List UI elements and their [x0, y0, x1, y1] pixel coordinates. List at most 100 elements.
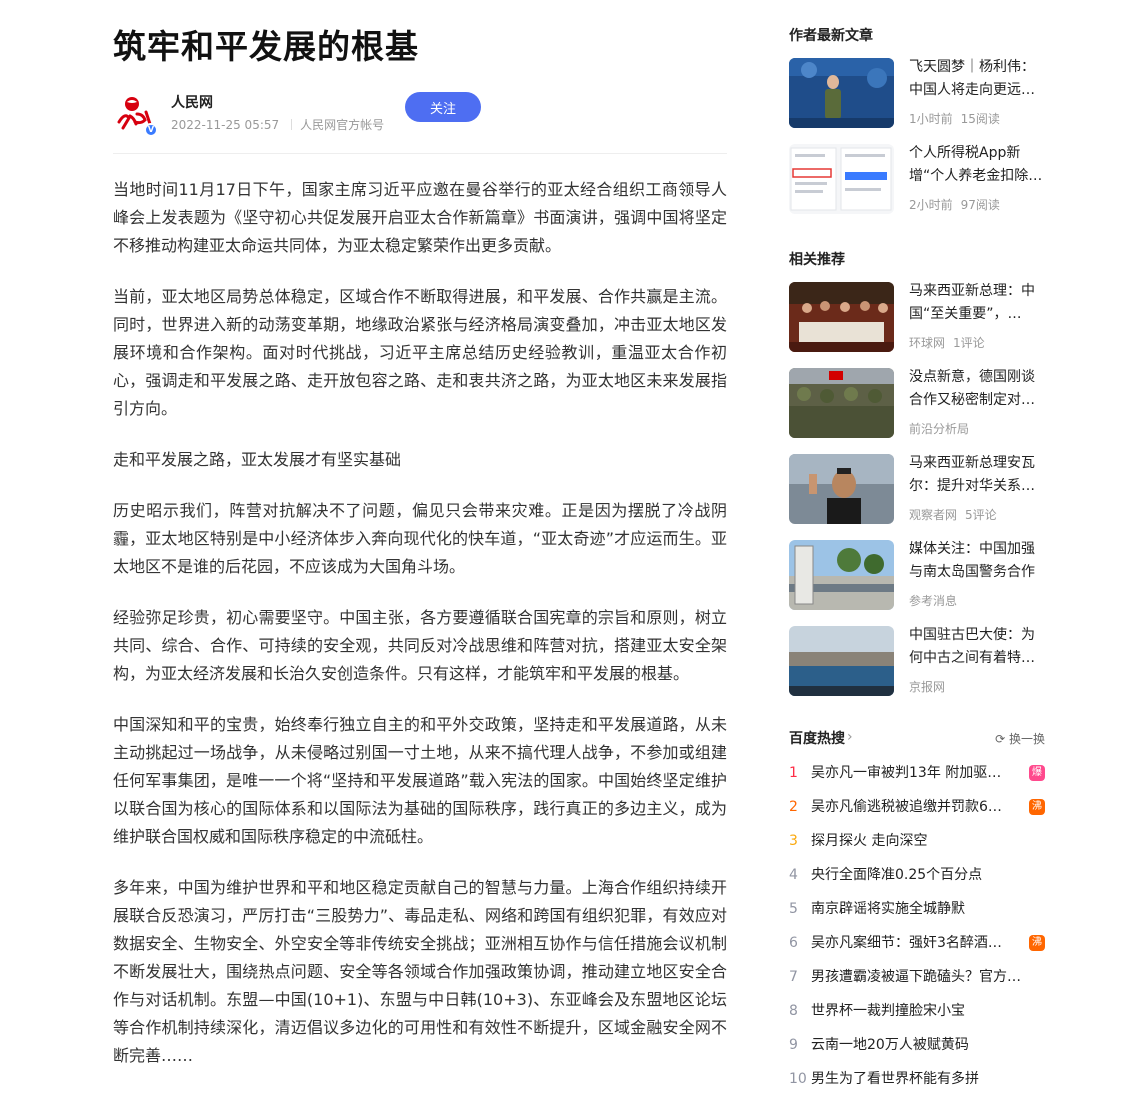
latest-articles-title: 作者最新文章: [789, 28, 873, 44]
hot-text[interactable]: 南京辟谣将实施全城静默: [811, 892, 1035, 926]
article-thumbnail[interactable]: [789, 454, 894, 524]
hot-text[interactable]: 吴亦凡一审被判13年 附加驱…: [811, 756, 1031, 790]
related-article-card[interactable]: 媒体关注：中国加强与南太岛国警务合作 参考消息: [789, 540, 1045, 612]
card-meta: 2小时前 97阅读: [909, 196, 1000, 213]
refresh-icon: ⟳: [995, 732, 1006, 746]
hot-search-brand[interactable]: 百度热搜: [789, 728, 845, 748]
paragraph: 中国深知和平的宝贵，始终奉行独立自主的和平外交政策，坚持走和平发展道路，从未主动…: [113, 715, 727, 846]
chevron-right-icon[interactable]: ›: [847, 729, 853, 745]
article-thumbnail[interactable]: [789, 282, 894, 352]
card-reads: 97阅读: [960, 198, 1000, 212]
card-meta: 观察者网 5评论: [909, 506, 997, 523]
author-row: V 人民网 2022-11-25 05:57 人民网官方帐号 关注: [113, 92, 727, 154]
hot-rank: 1: [789, 765, 798, 781]
hot-badge: 沸: [1029, 799, 1045, 815]
hot-rank: 9: [789, 1037, 798, 1053]
paragraph: 经验弥足珍贵，初心需要坚守。中国主张，各方要遵循联合国宪章的宗旨和原则，树立共同…: [113, 608, 727, 683]
hot-rank: 5: [789, 901, 798, 917]
hot-search-item[interactable]: 9 云南一地20万人被赋黄码: [789, 1028, 1045, 1062]
hot-text[interactable]: 云南一地20万人被赋黄码: [811, 1028, 1035, 1062]
hot-text[interactable]: 吴亦凡案细节：强奸3名醉酒…: [811, 926, 1031, 960]
article-thumbnail[interactable]: [789, 58, 894, 128]
hot-badge: 沸: [1029, 935, 1045, 951]
related-article-card[interactable]: 马来西亚新总理：中国“至关重要”，… 环球网 1评论: [789, 282, 1045, 354]
paragraph: 当前，亚太地区局势总体稳定，区域合作不断取得进展，和平发展、合作共赢是主流。同时…: [113, 287, 727, 418]
hot-rank: 10: [789, 1071, 807, 1087]
hot-search-header: 百度热搜 › ⟳ 换一换: [789, 728, 1045, 750]
related-article-card[interactable]: 没点新意，德国刚谈合作又秘密制定对… 前沿分析局: [789, 368, 1045, 440]
hot-rank: 2: [789, 799, 798, 815]
sidebar: 作者最新文章 飞天圆梦｜杨利伟：中国人将走向更远… 1小时前 15阅读 个人所得…: [789, 24, 1045, 1096]
hot-search-item[interactable]: 1 吴亦凡一审被判13年 附加驱… 爆: [789, 756, 1045, 790]
hot-search-item[interactable]: 8 世界杯一裁判撞脸宋小宝: [789, 994, 1045, 1028]
hot-text[interactable]: 吴亦凡偷逃税被追缴并罚款6…: [811, 790, 1031, 824]
article-thumbnail[interactable]: [789, 144, 894, 214]
hot-search-item[interactable]: 2 吴亦凡偷逃税被追缴并罚款6… 沸: [789, 790, 1045, 824]
verified-icon: V: [144, 123, 158, 137]
card-meta: 前沿分析局: [909, 420, 969, 437]
card-source: 参考消息: [909, 594, 958, 608]
card-title[interactable]: 中国驻古巴大使：为何中古之间有着特…: [909, 624, 1045, 670]
article-thumbnail[interactable]: [789, 368, 894, 438]
hot-search-item[interactable]: 10 男生为了看世界杯能有多拼: [789, 1062, 1045, 1096]
hot-search-item[interactable]: 4 央行全面降准0.25个百分点: [789, 858, 1045, 892]
author-avatar[interactable]: V: [113, 92, 159, 138]
related-article-card[interactable]: 中国驻古巴大使：为何中古之间有着特… 京报网: [789, 626, 1045, 698]
card-title[interactable]: 马来西亚新总理安瓦尔：提升对华关系…: [909, 452, 1045, 498]
article-thumbnail[interactable]: [789, 626, 894, 696]
hot-text[interactable]: 央行全面降准0.25个百分点: [811, 858, 1035, 892]
hot-text[interactable]: 世界杯一裁判撞脸宋小宝: [811, 994, 1035, 1028]
hot-rank: 8: [789, 1003, 798, 1019]
card-source: 环球网: [909, 336, 946, 350]
article-title: 筑牢和平发展的根基: [113, 27, 419, 66]
refresh-button[interactable]: ⟳ 换一换: [995, 730, 1045, 747]
article-thumbnail[interactable]: [789, 540, 894, 610]
card-title[interactable]: 飞天圆梦｜杨利伟：中国人将走向更远…: [909, 56, 1045, 102]
latest-article-card[interactable]: 个人所得税App新增“个人养老金扣除… 2小时前 97阅读: [789, 144, 1045, 216]
related-title: 相关推荐: [789, 252, 845, 268]
card-source: 前沿分析局: [909, 422, 970, 436]
card-time: 1小时前: [909, 112, 953, 126]
card-time: 2小时前: [909, 198, 953, 212]
card-meta: 参考消息: [909, 592, 957, 609]
card-source: 观察者网: [909, 508, 958, 522]
hot-search-item[interactable]: 6 吴亦凡案细节：强奸3名醉酒… 沸: [789, 926, 1045, 960]
hot-rank: 7: [789, 969, 798, 985]
card-reads: 15阅读: [960, 112, 1000, 126]
author-meta: 2022-11-25 05:57 人民网官方帐号: [171, 116, 384, 133]
card-title[interactable]: 个人所得税App新增“个人养老金扣除…: [909, 142, 1045, 188]
card-title[interactable]: 媒体关注：中国加强与南太岛国警务合作: [909, 538, 1045, 584]
paragraph: 历史昭示我们，阵营对抗解决不了问题，偏见只会带来灾难。正是因为摆脱了冷战阴霾，亚…: [113, 501, 727, 576]
hot-search-item[interactable]: 5 南京辟谣将实施全城静默: [789, 892, 1045, 926]
hot-rank: 3: [789, 833, 798, 849]
hot-text[interactable]: 男生为了看世界杯能有多拼: [811, 1062, 1035, 1096]
card-source: 京报网: [909, 680, 946, 694]
card-meta: 环球网 1评论: [909, 334, 985, 351]
hot-search-item[interactable]: 7 男孩遭霸凌被逼下跪磕头？官方…: [789, 960, 1045, 994]
author-name[interactable]: 人民网: [171, 92, 213, 112]
card-title[interactable]: 没点新意，德国刚谈合作又秘密制定对…: [909, 366, 1045, 412]
paragraph: 多年来，中国为维护世界和平和地区稳定贡献自己的智慧与力量。上海合作组织持续开展联…: [113, 878, 727, 1065]
article: 筑牢和平发展的根基 V 人民网 2022-11-25 05:57 人民网官方帐号 …: [113, 24, 727, 1093]
paragraph: 当地时间11月17日下午，国家主席习近平应邀在曼谷举行的亚太经合组织工商领导人峰…: [113, 180, 727, 255]
card-title[interactable]: 马来西亚新总理：中国“至关重要”，…: [909, 280, 1045, 326]
card-meta: 1小时前 15阅读: [909, 110, 1000, 127]
section-heading: 走和平发展之路，亚太发展才有坚实基础: [113, 450, 402, 469]
account-type: 人民网官方帐号: [300, 118, 385, 132]
card-comments: 1评论: [953, 336, 985, 350]
card-meta: 京报网: [909, 678, 945, 695]
refresh-label: 换一换: [1008, 732, 1045, 746]
hot-badge: 爆: [1029, 765, 1045, 781]
hot-search-list: 1 吴亦凡一审被判13年 附加驱… 爆 2 吴亦凡偷逃税被追缴并罚款6… 沸 3 探月探火 走…: [789, 756, 1045, 1096]
hot-rank: 6: [789, 935, 798, 951]
hot-text[interactable]: 男孩遭霸凌被逼下跪磕头？官方…: [811, 960, 1035, 994]
meta-divider: [291, 119, 293, 130]
card-comments: 5评论: [965, 508, 997, 522]
hot-search-item[interactable]: 3 探月探火 走向深空: [789, 824, 1045, 858]
hot-text[interactable]: 探月探火 走向深空: [811, 824, 1035, 858]
follow-button[interactable]: 关注: [405, 92, 481, 122]
article-body: 当地时间11月17日下午，国家主席习近平应邀在曼谷举行的亚太经合组织工商领导人峰…: [113, 176, 727, 1070]
related-article-card[interactable]: 马来西亚新总理安瓦尔：提升对华关系… 观察者网 5评论: [789, 454, 1045, 526]
latest-article-card[interactable]: 飞天圆梦｜杨利伟：中国人将走向更远… 1小时前 15阅读: [789, 58, 1045, 130]
hot-rank: 4: [789, 867, 798, 883]
